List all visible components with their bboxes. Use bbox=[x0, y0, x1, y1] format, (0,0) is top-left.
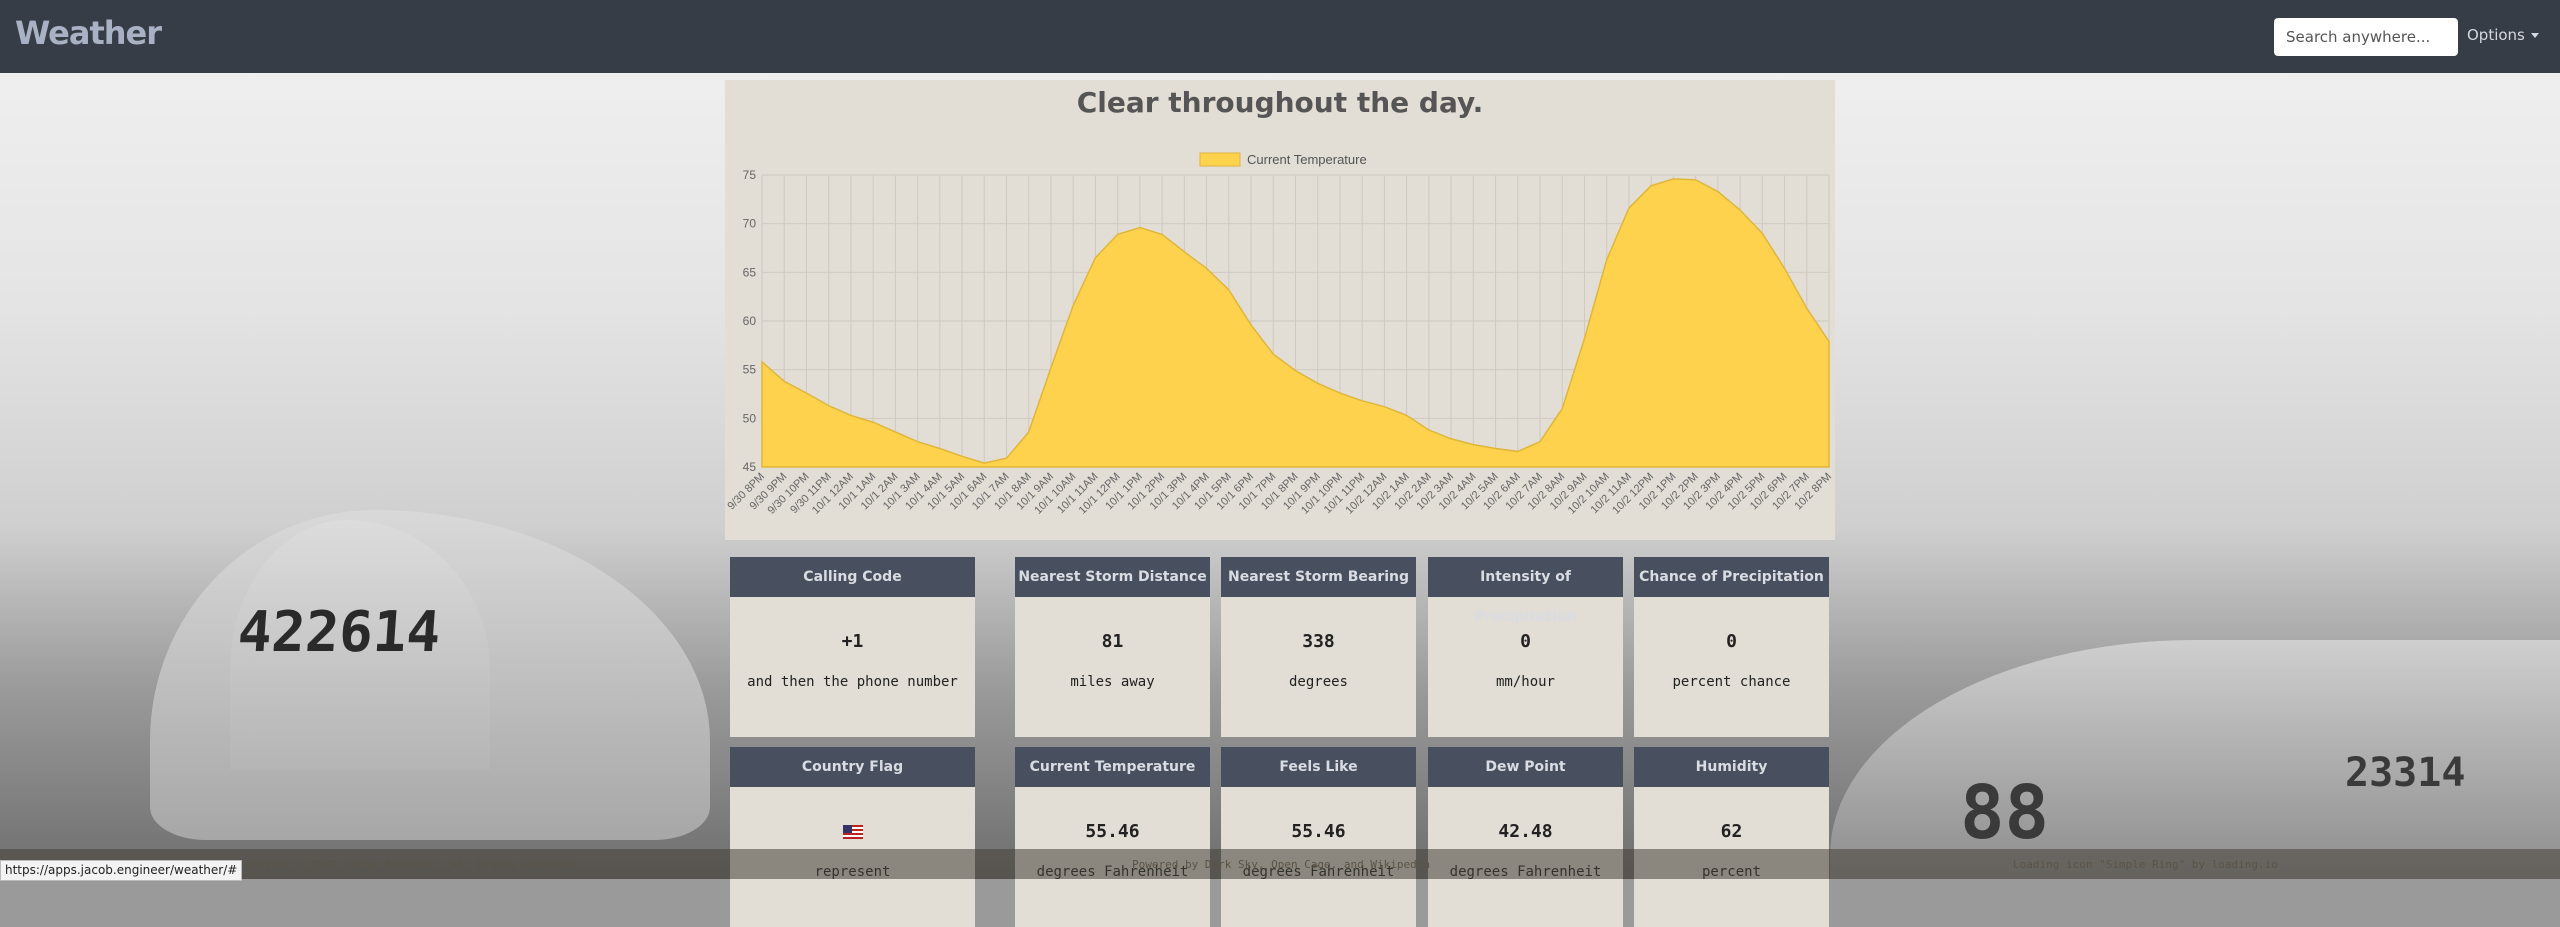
card-value-chance-of-precipitation: 0 bbox=[1634, 631, 1829, 652]
card-title-calling-code: Calling Code bbox=[730, 557, 975, 597]
info-card: Nearest Storm Bearing 338 degrees bbox=[1221, 557, 1416, 737]
info-card: Nearest Storm Distance 81 miles away bbox=[1015, 557, 1210, 737]
card-title-feels-like: Feels Like bbox=[1221, 747, 1416, 787]
info-card: Humidity62percent bbox=[1634, 747, 1829, 927]
card-unit-calling-code: and then the phone number bbox=[730, 674, 975, 690]
info-card: Feels Like55.46degrees Fahrenheit bbox=[1221, 747, 1416, 927]
card-unit-nearest-storm-bearing: degrees bbox=[1221, 674, 1416, 690]
card-value-feels-like: 55.46 bbox=[1221, 821, 1416, 842]
card-value-text: 55.46 bbox=[1291, 821, 1345, 842]
card-value-text: +1 bbox=[842, 631, 864, 652]
card-value-text: 81 bbox=[1102, 631, 1124, 652]
options-dropdown[interactable]: Options bbox=[2467, 26, 2539, 44]
info-card: Calling Code +1 and then the phone number bbox=[730, 557, 975, 737]
status-bar-url: https://apps.jacob.engineer/weather/# bbox=[0, 860, 242, 881]
info-card: Dew Point42.48degrees Fahrenheit bbox=[1428, 747, 1623, 927]
card-title-intensity-of-precipitation: Intensity of Precipitation bbox=[1428, 557, 1623, 597]
card-unit-chance-of-precipitation: percent chance bbox=[1634, 674, 1829, 690]
plane-right-number: 88 bbox=[1960, 770, 2049, 856]
card-value-text: 62 bbox=[1721, 821, 1743, 842]
options-label: Options bbox=[2467, 26, 2525, 44]
card-value-text: 0 bbox=[1726, 631, 1737, 652]
card-value-text: 0 bbox=[1520, 631, 1531, 652]
plane-right-small-number: 23314 bbox=[2345, 750, 2465, 796]
us-flag-icon bbox=[843, 825, 863, 839]
navbar: Weather Options bbox=[0, 0, 2560, 73]
y-tick-label: 70 bbox=[743, 217, 757, 231]
info-card: Country Flagrepresent bbox=[730, 747, 975, 927]
y-tick-label: 45 bbox=[743, 460, 757, 474]
search-input[interactable] bbox=[2274, 18, 2458, 56]
card-title-chance-of-precipitation: Chance of Precipitation bbox=[1634, 557, 1829, 597]
card-value-country-flag bbox=[730, 821, 975, 842]
footer-loading-credit: Loading icon "Simple Ring" by loading.io bbox=[2013, 858, 2278, 871]
card-title-dew-point: Dew Point bbox=[1428, 747, 1623, 787]
y-tick-label: 50 bbox=[743, 411, 757, 425]
card-value-humidity: 62 bbox=[1634, 821, 1829, 842]
info-card: Intensity of Precipitation 0 mm/hour bbox=[1428, 557, 1623, 737]
footer: Weather © 2019 Jacob Andersen. All Right… bbox=[0, 849, 2560, 879]
legend-swatch bbox=[1200, 153, 1240, 166]
caret-down-icon bbox=[2531, 33, 2539, 38]
card-value-text: 338 bbox=[1302, 631, 1335, 652]
card-value-nearest-storm-bearing: 338 bbox=[1221, 631, 1416, 652]
legend-label: Current Temperature bbox=[1247, 152, 1367, 167]
card-unit-intensity-of-precipitation: mm/hour bbox=[1428, 674, 1623, 690]
card-unit-nearest-storm-distance: miles away bbox=[1015, 674, 1210, 690]
y-tick-label: 60 bbox=[743, 314, 757, 328]
info-card: Current Temperature55.46degrees Fahrenhe… bbox=[1015, 747, 1210, 927]
card-title-humidity: Humidity bbox=[1634, 747, 1829, 787]
card-value-dew-point: 42.48 bbox=[1428, 821, 1623, 842]
footer-copyright: Weather © 2019 Jacob Andersen. All Right… bbox=[245, 858, 576, 871]
chart-legend: Current Temperature bbox=[1200, 152, 1367, 167]
info-card: Chance of Precipitation 0 percent chance bbox=[1634, 557, 1829, 737]
card-title-country-flag: Country Flag bbox=[730, 747, 975, 787]
card-title-nearest-storm-distance: Nearest Storm Distance bbox=[1015, 557, 1210, 597]
temperature-chart: 455055606570759/30 8PM9/30 9PM9/30 10PM9… bbox=[725, 80, 1835, 540]
forecast-chart-panel: Clear throughout the day. 45505560657075… bbox=[725, 80, 1835, 540]
card-value-calling-code: +1 bbox=[730, 631, 975, 652]
card-title-current-temperature: Current Temperature bbox=[1015, 747, 1210, 787]
card-value-intensity-of-precipitation: 0 bbox=[1428, 631, 1623, 652]
y-tick-label: 75 bbox=[743, 168, 757, 182]
y-tick-label: 55 bbox=[743, 363, 757, 377]
brand-link[interactable]: Weather bbox=[15, 14, 161, 52]
footer-credits: Powered by Dark Sky, Open Cage, and Wiki… bbox=[1132, 858, 1430, 871]
card-value-current-temperature: 55.46 bbox=[1015, 821, 1210, 842]
plane-tail-number: 422614 bbox=[236, 600, 443, 665]
card-value-nearest-storm-distance: 81 bbox=[1015, 631, 1210, 652]
y-tick-label: 65 bbox=[743, 265, 757, 279]
card-value-text: 42.48 bbox=[1498, 821, 1552, 842]
card-title-nearest-storm-bearing: Nearest Storm Bearing bbox=[1221, 557, 1416, 597]
card-value-text: 55.46 bbox=[1085, 821, 1139, 842]
